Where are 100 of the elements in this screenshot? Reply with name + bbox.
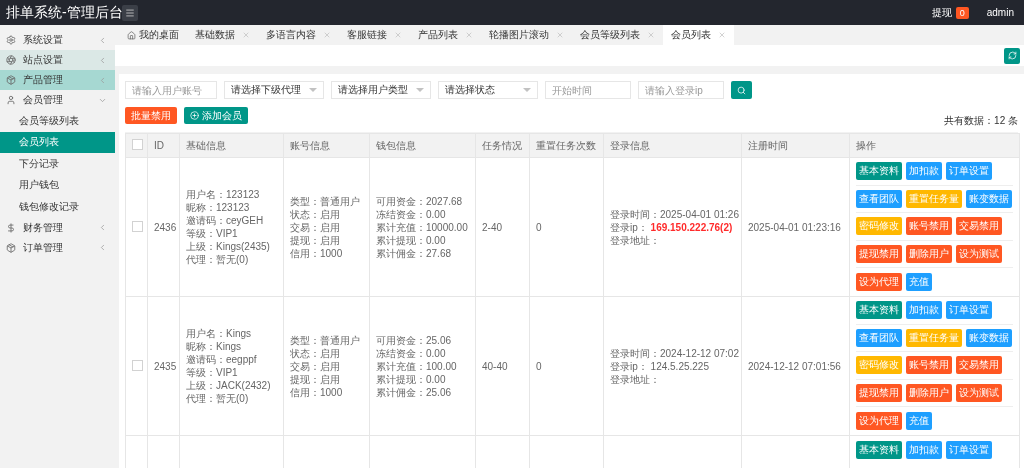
info-line: 类型：普通用户	[290, 333, 361, 347]
action-button[interactable]: 查看团队	[856, 189, 902, 208]
select-field[interactable]: 请选择下级代理	[224, 81, 324, 99]
action-button[interactable]: 删除用户	[906, 384, 952, 403]
sidebar-subitem[interactable]: 会员列表	[0, 131, 115, 153]
plus-circle-icon	[190, 111, 199, 120]
sidebar-subitem[interactable]: 钱包修改记录	[0, 196, 115, 218]
info-line: 用户名：123123	[186, 188, 261, 201]
sidebar-item[interactable]: 系统设置	[0, 30, 115, 50]
home-icon	[127, 30, 136, 40]
info-line: 累计佣金：27.68	[376, 246, 453, 260]
sidebar-item[interactable]: 站点设置	[0, 50, 115, 70]
user-name[interactable]: admin	[986, 7, 1014, 18]
sidebar-item[interactable]: 会员管理	[0, 90, 115, 110]
action-button[interactable]: 账号禁用	[906, 217, 952, 236]
info-line: 累计充值：10000.00	[376, 220, 469, 234]
tab[interactable]: 我的桌面	[119, 25, 187, 45]
table-cell: 2024-12-12 07:01:56	[748, 360, 841, 372]
close-icon[interactable]	[242, 31, 250, 39]
input-field[interactable]: 请输入用户账号	[125, 81, 217, 99]
close-icon[interactable]	[465, 31, 473, 39]
action-button[interactable]: 提现禁用	[856, 384, 902, 403]
close-icon[interactable]	[323, 31, 331, 39]
select-field[interactable]: 请选择状态	[438, 81, 538, 99]
tab[interactable]: 产品列表	[410, 25, 481, 45]
action-button[interactable]: 账变数据	[966, 189, 1012, 208]
checkbox[interactable]	[132, 139, 143, 150]
input-field[interactable]: 请输入登录ip	[638, 81, 724, 99]
sidebar-subitem[interactable]: 用户钱包	[0, 174, 115, 196]
action-button[interactable]: 充值	[906, 273, 932, 292]
action-button[interactable]: 交易禁用	[956, 217, 1002, 236]
menu-toggle-button[interactable]	[122, 4, 138, 21]
tab[interactable]: 轮播图片滚动	[481, 25, 572, 45]
action-button[interactable]: 订单设置	[946, 440, 992, 459]
withdraw-link[interactable]: 提现	[931, 5, 952, 20]
action-button[interactable]: 账变数据	[966, 328, 1012, 347]
action-button[interactable]: 设为代理	[856, 273, 902, 292]
action-button[interactable]: 密码修改	[856, 356, 902, 375]
action-button[interactable]: 设为代理	[856, 412, 902, 431]
column-header: 账号信息	[283, 133, 370, 158]
action-button[interactable]: 重置任务量	[906, 189, 962, 208]
checkbox[interactable]	[132, 359, 143, 371]
close-icon[interactable]	[647, 31, 655, 39]
column-header: 登录信息	[603, 133, 742, 158]
action-button[interactable]: 基本资料	[856, 301, 902, 320]
withdraw-count-badge: 0	[955, 6, 969, 19]
info-line: 累计充值：100.00	[376, 359, 458, 373]
info-line: 交易：启用	[290, 359, 341, 373]
action-button[interactable]: 加扣款	[906, 301, 942, 320]
action-button[interactable]: 基本资料	[856, 162, 902, 181]
action-button[interactable]: 加扣款	[906, 440, 942, 459]
disable-button[interactable]: 批量禁用	[125, 107, 177, 124]
info-line: 可用资金：2027.68	[376, 194, 464, 208]
info-line: 类型：普通用户	[290, 194, 361, 208]
action-button[interactable]: 加扣款	[906, 162, 942, 181]
ip-label: 登录ip：	[610, 360, 648, 372]
tab[interactable]: 基础数据	[187, 25, 258, 45]
search-button[interactable]	[731, 81, 752, 99]
refresh-button[interactable]	[1004, 47, 1020, 64]
info-line: 提现：启用	[290, 372, 341, 386]
action-button[interactable]: 密码修改	[856, 217, 902, 236]
action-button[interactable]: 设为测试	[956, 245, 1002, 264]
info-line: 登录地址：	[610, 372, 661, 386]
tab[interactable]: 客服链接	[339, 25, 410, 45]
action-button[interactable]: 设为测试	[956, 384, 1002, 403]
info-line: 信用：1000	[290, 246, 344, 260]
close-icon[interactable]	[556, 31, 564, 39]
action-button[interactable]: 充值	[906, 412, 932, 431]
action-button[interactable]: 交易禁用	[956, 356, 1002, 375]
select-field[interactable]: 请选择用户类型	[331, 81, 431, 99]
sidebar-item[interactable]: 财务管理	[0, 217, 115, 238]
info-line: 用户名：Kings	[186, 327, 252, 340]
sidebar-subitem[interactable]: 会员等级列表	[0, 110, 115, 132]
menu-icon	[125, 7, 135, 18]
info-line: 邀请码：eegppf	[186, 353, 258, 366]
action-button[interactable]: 订单设置	[946, 162, 992, 181]
tab[interactable]: 会员等级列表	[572, 25, 663, 45]
action-button[interactable]: 查看团队	[856, 328, 902, 347]
info-line: 上级：JACK(2432)	[186, 379, 272, 392]
add-button[interactable]: 添加会员	[184, 107, 248, 124]
aperture-icon	[6, 55, 16, 65]
sidebar-item[interactable]: 产品管理	[0, 70, 115, 90]
table-cell: 40-40	[482, 360, 508, 372]
sidebar-subitem[interactable]: 下分记录	[0, 153, 115, 175]
close-icon[interactable]	[394, 31, 402, 39]
tab[interactable]: 多语言内容	[258, 25, 339, 45]
sidebar-item[interactable]: 订单管理	[0, 237, 115, 258]
tab[interactable]: 会员列表	[663, 25, 734, 45]
close-icon[interactable]	[718, 31, 726, 39]
input-field[interactable]: 开始时间	[545, 81, 631, 99]
action-button[interactable]: 基本资料	[856, 440, 902, 459]
checkbox[interactable]	[132, 220, 143, 232]
action-button[interactable]: 订单设置	[946, 301, 992, 320]
action-button[interactable]: 账号禁用	[906, 356, 952, 375]
action-button[interactable]: 删除用户	[906, 245, 952, 264]
info-line: 累计佣金：25.06	[376, 385, 453, 399]
action-button[interactable]: 重置任务量	[906, 328, 962, 347]
info-line: 可用资金：25.06	[376, 333, 453, 347]
ip-address: 124.5.25.225	[650, 360, 709, 372]
action-button[interactable]: 提现禁用	[856, 245, 902, 264]
